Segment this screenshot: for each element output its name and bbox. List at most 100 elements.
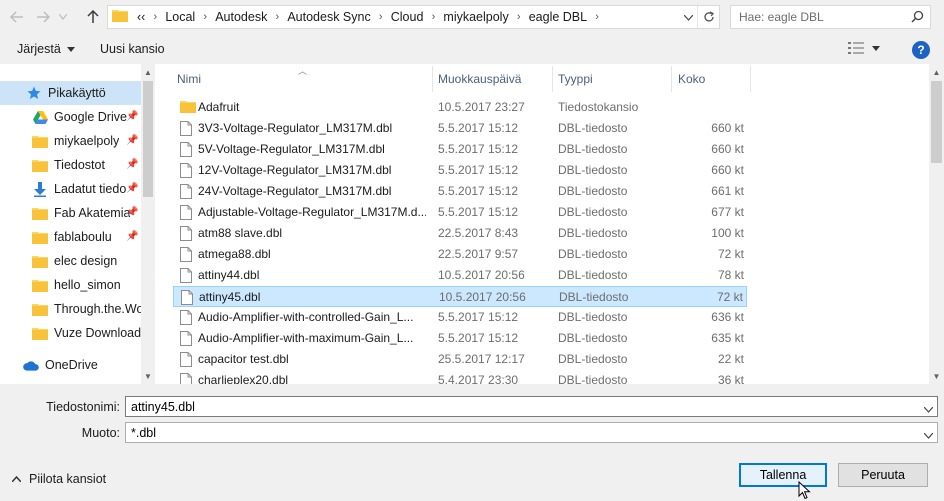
- cancel-button[interactable]: Peruuta: [838, 463, 928, 487]
- navigation-scrollbar[interactable]: ▲ ▼: [141, 64, 155, 384]
- scroll-down-icon[interactable]: ▼: [929, 368, 944, 384]
- save-button[interactable]: Tallenna: [739, 463, 827, 487]
- pin-icon[interactable]: 📌: [126, 231, 138, 242]
- sidebar-item-downloads[interactable]: Ladatut tiedo 📌: [0, 177, 141, 201]
- breadcrumb-autodesk[interactable]: Autodesk: [212, 10, 270, 24]
- pin-icon[interactable]: 📌: [126, 111, 138, 122]
- breadcrumb-separator[interactable]: ›: [512, 11, 526, 23]
- folder-row[interactable]: Adafruit 10.5.2017 23:27 Tiedostokansio: [173, 97, 747, 118]
- pin-icon[interactable]: 📌: [126, 159, 138, 170]
- file-row[interactable]: atmega88.dbl 22.5.2017 9:57 DBL-tiedosto 72…: [173, 244, 747, 265]
- file-row[interactable]: Audio-Amplifier-with-controlled-Gain_L..…: [173, 307, 747, 328]
- refresh-icon[interactable]: [697, 6, 719, 28]
- sidebar-item-label: Google Drive: [54, 110, 127, 124]
- sidebar-item-elec-design[interactable]: elec design: [0, 249, 141, 273]
- column-header: ︿ Nimi Muokkauspäivä Tyyppi Koko: [155, 64, 929, 94]
- breadcrumb-cloud[interactable]: Cloud: [388, 10, 427, 24]
- file-name: atmega88.dbl: [198, 247, 271, 261]
- sidebar-item-through-the-wo[interactable]: Through.the.Wo: [0, 297, 141, 321]
- address-bar[interactable]: ‹‹ › Local › Autodesk › Autodesk Sync › …: [107, 5, 720, 29]
- download-icon: [32, 181, 48, 197]
- chevron-down-icon[interactable]: [923, 402, 934, 416]
- file-row[interactable]: atm88 slave.dbl 22.5.2017 8:43 DBL-tiedost…: [173, 223, 747, 244]
- breadcrumb-separator[interactable]: ›: [198, 11, 212, 23]
- breadcrumb-eagle-dbl[interactable]: eagle DBL: [526, 10, 590, 24]
- file-list-scrollbar[interactable]: ▲ ▼: [929, 64, 944, 384]
- sidebar-item-miykaelpoly[interactable]: miykaelpoly 📌: [0, 129, 141, 153]
- sidebar-item-onedrive[interactable]: OneDrive: [0, 353, 141, 377]
- breadcrumb-separator[interactable]: ›: [426, 11, 440, 23]
- forward-arrow-icon[interactable]: [32, 6, 54, 28]
- column-date[interactable]: Muokkauspäivä: [438, 72, 521, 86]
- file-row[interactable]: 3V3-Voltage-Regulator_LM317M.dbl 5.5.2017…: [173, 118, 747, 139]
- file-icon: [180, 352, 192, 370]
- file-row[interactable]: capacitor test.dbl 25.5.2017 12:17 DBL-tie…: [173, 349, 747, 370]
- sidebar-item-google-drive[interactable]: Google Drive 📌: [0, 105, 141, 129]
- breadcrumb-miykaelpoly[interactable]: miykaelpoly: [440, 10, 511, 24]
- file-row[interactable]: attiny45.dbl 10.5.2017 20:56 DBL-tiedosto 7…: [173, 286, 747, 307]
- back-arrow-icon[interactable]: [6, 6, 28, 28]
- pin-icon[interactable]: 📌: [126, 183, 138, 194]
- file-row[interactable]: Audio-Amplifier-with-maximum-Gain_L... 5.…: [173, 328, 747, 349]
- column-name[interactable]: Nimi: [177, 72, 201, 86]
- column-divider[interactable]: [432, 66, 433, 92]
- breadcrumb-overflow[interactable]: ‹‹: [134, 10, 148, 24]
- sidebar-item-label: elec design: [54, 254, 118, 268]
- sidebar-item-fab-akatemia[interactable]: Fab Akatemia 📌: [0, 201, 141, 225]
- file-row[interactable]: charlieplex20.dbl 5.4.2017 23:30 DBL-tiedo…: [173, 370, 747, 384]
- column-divider[interactable]: [750, 66, 751, 92]
- sidebar-item-quick-access[interactable]: Pikakäyttö: [0, 81, 141, 105]
- folder-icon: [32, 301, 48, 317]
- file-row[interactable]: attiny44.dbl 10.5.2017 20:56 DBL-tiedosto 7…: [173, 265, 747, 286]
- breadcrumb-separator[interactable]: ›: [590, 11, 604, 23]
- filetype-select[interactable]: *.dbl: [125, 422, 938, 443]
- breadcrumb-local[interactable]: Local: [162, 10, 198, 24]
- sidebar-item-fablaboulu[interactable]: fablaboulu 📌: [0, 225, 141, 249]
- organize-button[interactable]: Järjestä: [17, 42, 75, 56]
- sidebar-item-tiedostot[interactable]: Tiedostot 📌: [0, 153, 141, 177]
- column-divider[interactable]: [552, 66, 553, 92]
- scrollbar-thumb[interactable]: [143, 81, 153, 197]
- scroll-down-icon[interactable]: ▼: [141, 368, 155, 384]
- search-input[interactable]: [731, 10, 901, 24]
- filename-value[interactable]: attiny45.dbl: [131, 400, 195, 414]
- details-view-icon: [848, 42, 864, 54]
- file-icon: [180, 247, 192, 265]
- sidebar-item-hello-simon[interactable]: hello_simon: [0, 273, 141, 297]
- column-type[interactable]: Tyyppi: [558, 72, 593, 86]
- scroll-up-icon[interactable]: ▲: [141, 64, 155, 80]
- breadcrumb-separator[interactable]: ›: [270, 11, 284, 23]
- column-divider[interactable]: [671, 66, 672, 92]
- hide-folders-toggle[interactable]: Piilota kansiot: [12, 472, 106, 486]
- search-icon[interactable]: [911, 10, 924, 26]
- new-folder-button[interactable]: Uusi kansio: [100, 42, 165, 56]
- sidebar-item-vuze-downloads[interactable]: Vuze Downloads: [0, 321, 141, 345]
- file-row[interactable]: 5V-Voltage-Regulator_LM317M.dbl 5.5.2017 …: [173, 139, 747, 160]
- sidebar-item-label: hello_simon: [54, 278, 121, 292]
- filename-field[interactable]: attiny45.dbl: [125, 396, 938, 417]
- file-type: DBL-tiedosto: [558, 268, 628, 282]
- file-row[interactable]: 24V-Voltage-Regulator_LM317M.dbl 5.5.2017…: [173, 181, 747, 202]
- file-name: atm88 slave.dbl: [198, 226, 283, 240]
- pin-icon[interactable]: 📌: [126, 207, 138, 218]
- toolbar: Järjestä Uusi kansio ?: [0, 36, 944, 64]
- file-row[interactable]: 12V-Voltage-Regulator_LM317M.dbl 5.5.2017…: [173, 160, 747, 181]
- chevron-down-icon[interactable]: [683, 10, 694, 24]
- file-name: attiny45.dbl: [199, 290, 261, 304]
- breadcrumb-separator[interactable]: ›: [374, 11, 388, 23]
- scrollbar-thumb[interactable]: [931, 81, 942, 163]
- recent-dropdown-icon[interactable]: [56, 6, 70, 28]
- search-box: [730, 5, 931, 29]
- file-icon: [180, 142, 192, 160]
- file-date: 10.5.2017 20:56: [439, 290, 526, 304]
- breadcrumb-autodesk-sync[interactable]: Autodesk Sync: [284, 10, 373, 24]
- file-icon: [180, 163, 192, 181]
- column-size[interactable]: Koko: [678, 72, 705, 86]
- up-arrow-icon[interactable]: [82, 6, 104, 28]
- file-row[interactable]: Adjustable-Voltage-Regulator_LM317M.d...…: [173, 202, 747, 223]
- pin-icon[interactable]: 📌: [126, 135, 138, 146]
- help-icon[interactable]: ?: [912, 41, 930, 59]
- view-options-button[interactable]: [848, 42, 880, 54]
- scroll-up-icon[interactable]: ▲: [929, 64, 944, 80]
- chevron-down-icon[interactable]: [923, 428, 934, 442]
